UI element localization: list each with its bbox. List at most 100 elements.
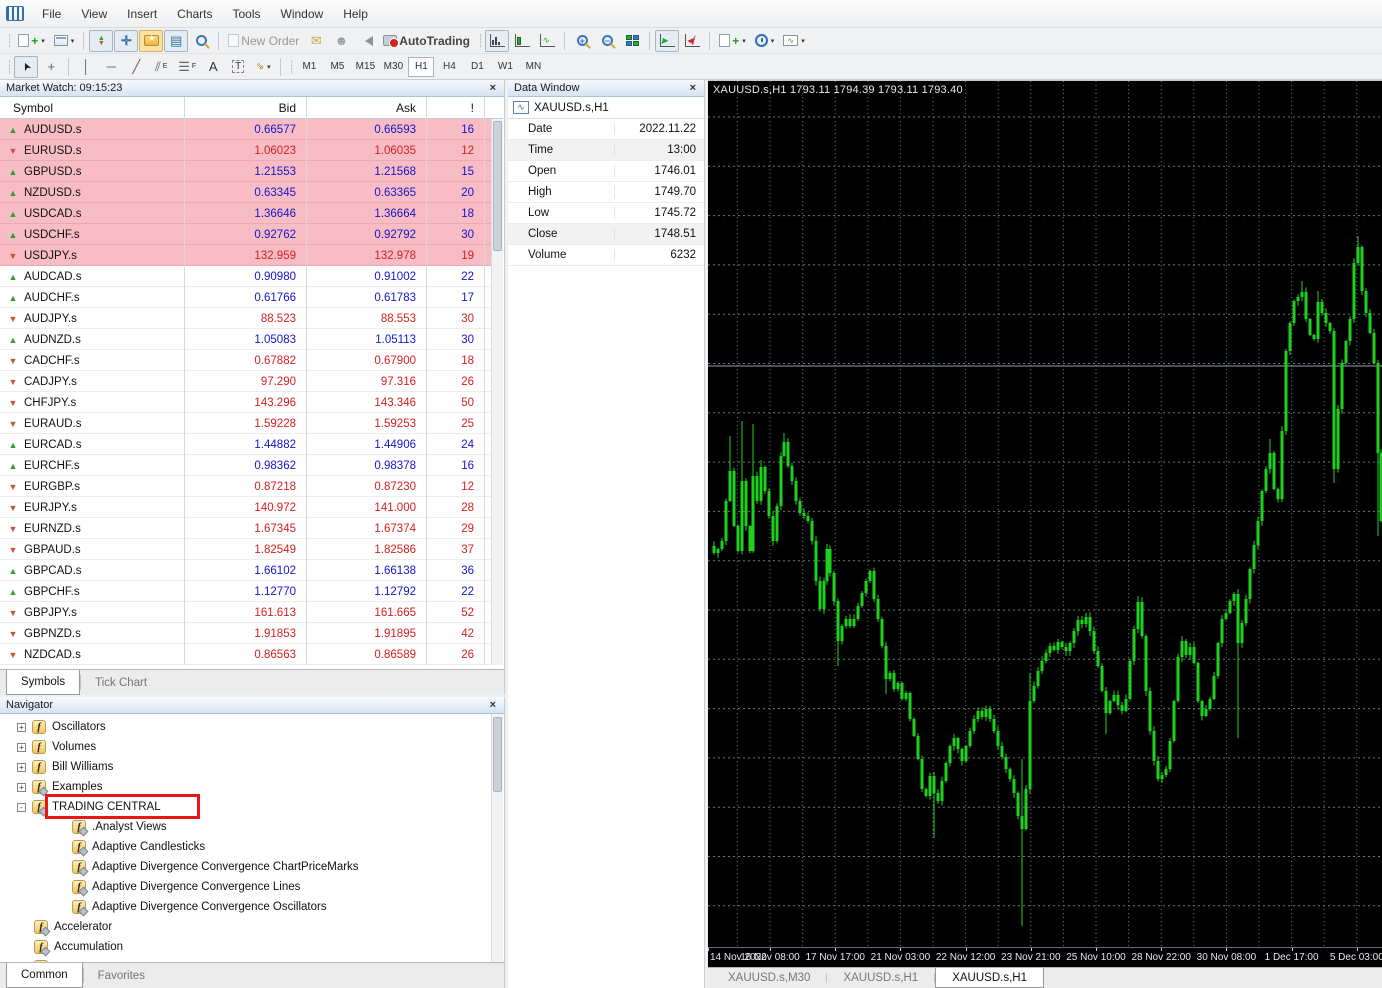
trendline-tool-button[interactable]: ╱ — [124, 56, 148, 78]
menu-item-charts[interactable]: Charts — [167, 3, 222, 25]
navigator-item-accelerator[interactable]: fAccelerator — [0, 917, 503, 937]
market-watch-row[interactable]: ▲GBPCAD.s1.661021.6613836 — [0, 560, 503, 581]
menu-item-tools[interactable]: Tools — [223, 3, 271, 25]
expand-plus-icon[interactable]: + — [17, 783, 26, 792]
timeframe-h1-button[interactable]: H1 — [408, 57, 434, 77]
candlestick-chart-button[interactable] — [510, 30, 534, 52]
tab-symbols[interactable]: Symbols — [6, 670, 80, 695]
column-header-spread[interactable]: ! — [427, 97, 485, 119]
navigator-item-adaptive-divergence-convergence-chartpricemarks[interactable]: fAdaptive Divergence Convergence ChartPr… — [0, 857, 503, 877]
market-watch-row[interactable]: ▲AUDUSD.s0.665770.6659316 — [0, 119, 503, 140]
new-chart-button[interactable]: +▾ — [14, 30, 49, 52]
label-tool-button[interactable]: T — [226, 56, 250, 78]
navigator-item-analyst-views[interactable]: f.Analyst Views — [0, 817, 503, 837]
channel-tool-button[interactable]: ⫽E — [149, 56, 173, 78]
navigator-item-oscillators[interactable]: +fOscillators — [0, 717, 503, 737]
market-watch-row[interactable]: ▲AUDCHF.s0.617660.6178317 — [0, 287, 503, 308]
menu-item-file[interactable]: File — [32, 3, 71, 25]
horizontal-line-tool-button[interactable]: ─ — [99, 56, 123, 78]
chevron-down-icon[interactable]: ▾ — [742, 37, 746, 45]
tab-favorites[interactable]: Favorites — [84, 963, 159, 988]
market-watch-row[interactable]: ▲USDCAD.s1.366461.3666418 — [0, 203, 503, 224]
time-axis[interactable]: 14 Nov 202216 Nov 08:0017 Nov 17:0021 No… — [708, 947, 1382, 967]
market-watch-toggle-button[interactable]: ▲▼ — [89, 30, 113, 52]
timeframe-m1-button[interactable]: M1 — [296, 57, 322, 77]
column-header-symbol[interactable]: Symbol — [0, 97, 185, 119]
profiles-button[interactable]: ▾ — [50, 30, 79, 52]
terminal-toggle-button[interactable]: ▤ — [164, 30, 188, 52]
navigator-titlebar[interactable]: Navigator × — [0, 697, 504, 714]
line-chart-button[interactable]: ∿ — [535, 30, 559, 52]
column-header-ask[interactable]: Ask — [307, 97, 427, 119]
market-watch-row[interactable]: ▼NZDCAD.s0.865630.8658926 — [0, 644, 503, 665]
chevron-down-icon[interactable]: ▾ — [801, 37, 805, 45]
timeframe-m30-button[interactable]: M30 — [380, 57, 406, 77]
timeframe-mn-button[interactable]: MN — [520, 57, 546, 77]
arrows-tool-button[interactable]: ⇘▾ — [251, 56, 275, 78]
market-watch-row[interactable]: ▼CADJPY.s97.29097.31626 — [0, 371, 503, 392]
chevron-down-icon[interactable]: ▾ — [267, 63, 271, 71]
navigator-scrollbar[interactable] — [491, 714, 503, 962]
timeframe-m5-button[interactable]: M5 — [324, 57, 350, 77]
chevron-down-icon[interactable]: ▾ — [71, 37, 75, 45]
market-watch-row[interactable]: ▼EURJPY.s140.972141.00028 — [0, 497, 503, 518]
indicators-button[interactable]: +▾ — [715, 30, 750, 52]
menu-item-view[interactable]: View — [71, 3, 117, 25]
menu-item-insert[interactable]: Insert — [117, 3, 167, 25]
data-window-titlebar[interactable]: Data Window × — [508, 80, 704, 97]
expand-plus-icon[interactable]: + — [17, 723, 26, 732]
collapse-minus-icon[interactable]: - — [17, 803, 26, 812]
toolbar-grip[interactable]: ┊ — [288, 60, 293, 74]
cursor-tool-button[interactable]: ➤ — [14, 56, 38, 78]
tab-tick-chart[interactable]: Tick Chart — [81, 670, 161, 695]
auto-scroll-button[interactable]: ▶ — [655, 30, 679, 52]
column-header-bid[interactable]: Bid — [185, 97, 307, 119]
market-watch-row[interactable]: ▲EURCHF.s0.983620.9837816 — [0, 455, 503, 476]
data-window-toggle-button[interactable]: ✛ — [114, 30, 138, 52]
navigator-item-trading-central[interactable]: -fTRADING CENTRAL — [0, 797, 503, 817]
autotrading-button[interactable]: AutoTrading — [379, 30, 474, 52]
experts-button[interactable]: ☻ — [329, 30, 353, 52]
navigator-toggle-button[interactable] — [139, 30, 163, 52]
chart-tab-xauusd-s-h1[interactable]: XAUUSD.s,H1 — [935, 968, 1044, 988]
navigator-item-adaptive-divergence-convergence-lines[interactable]: fAdaptive Divergence Convergence Lines — [0, 877, 503, 897]
chart-plot-area[interactable]: XAUUSD.s,H1 1793.11 1794.39 1793.11 1793… — [708, 80, 1382, 947]
market-watch-row[interactable]: ▼USDJPY.s132.959132.97819 — [0, 245, 503, 266]
timeframe-h4-button[interactable]: H4 — [436, 57, 462, 77]
close-icon[interactable]: × — [688, 82, 698, 94]
crosshair-tool-button[interactable]: + — [39, 56, 63, 78]
timeframe-d1-button[interactable]: D1 — [464, 57, 490, 77]
fibonacci-tool-button[interactable]: ☰F — [174, 56, 200, 78]
chart-tab-xauusd-s-h1[interactable]: XAUUSD.s,H1 — [827, 968, 934, 988]
chart-tab-xauusd-s-m30[interactable]: XAUUSD.s,M30 — [712, 968, 826, 988]
menu-item-window[interactable]: Window — [271, 3, 334, 25]
zoom-out-button[interactable]: − — [595, 30, 619, 52]
text-tool-button[interactable]: A — [201, 56, 225, 78]
market-watch-row[interactable]: ▲EURCAD.s1.448821.4490624 — [0, 434, 503, 455]
market-watch-row[interactable]: ▲AUDCAD.s0.909800.9100222 — [0, 266, 503, 287]
zoom-in-button[interactable]: + — [570, 30, 594, 52]
expand-plus-icon[interactable]: + — [17, 763, 26, 772]
market-watch-row[interactable]: ▼GBPNZD.s1.918531.9189542 — [0, 623, 503, 644]
templates-button[interactable]: ∿▾ — [779, 30, 809, 52]
market-watch-row[interactable]: ▲AUDNZD.s1.050831.0511330 — [0, 329, 503, 350]
market-watch-scrollbar[interactable] — [491, 119, 503, 665]
scrollbar-thumb[interactable] — [493, 121, 502, 251]
tab-common[interactable]: Common — [6, 963, 83, 988]
navigator-item-accumulation[interactable]: fAccumulation — [0, 937, 503, 957]
strategy-tester-button[interactable] — [189, 30, 213, 52]
candlestick-chart[interactable] — [708, 81, 1382, 948]
market-watch-row[interactable]: ▲USDCHF.s0.927620.9279230 — [0, 224, 503, 245]
sounds-button[interactable] — [354, 30, 378, 52]
periods-button[interactable]: ▾ — [751, 30, 779, 52]
vertical-line-tool-button[interactable]: │ — [74, 56, 98, 78]
navigator-item-adaptive-divergence-convergence-oscillators[interactable]: fAdaptive Divergence Convergence Oscilla… — [0, 897, 503, 917]
close-icon[interactable]: × — [488, 82, 498, 94]
market-watch-row[interactable]: ▲GBPUSD.s1.215531.2156815 — [0, 161, 503, 182]
chevron-down-icon[interactable]: ▾ — [41, 37, 45, 45]
navigator-item-volumes[interactable]: +fVolumes — [0, 737, 503, 757]
market-watch-row[interactable]: ▼GBPAUD.s1.825491.8258637 — [0, 539, 503, 560]
bar-chart-button[interactable] — [485, 30, 509, 52]
market-watch-titlebar[interactable]: Market Watch: 09:15:23 × — [0, 80, 504, 97]
toolbar-grip[interactable]: ┊ — [477, 34, 482, 48]
